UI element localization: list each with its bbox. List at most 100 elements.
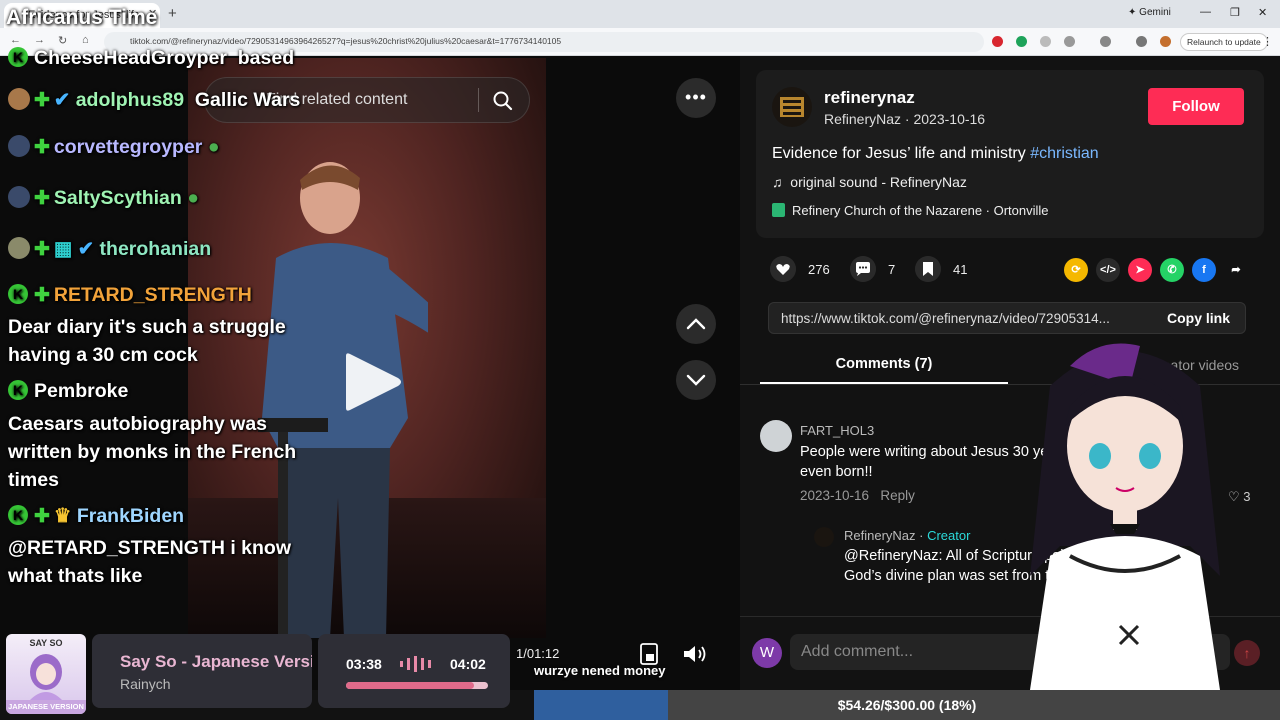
song-progress-track <box>346 682 488 689</box>
url-text: tiktok.com/@refinerynaz/video/7290531496… <box>130 36 562 46</box>
current-time: 03:38 <box>346 656 382 672</box>
donation-goal-text: $54.26/$300.00 (18%) <box>837 697 977 713</box>
account-subtitle: RefineryNaz · 2023-10-16 <box>824 111 986 127</box>
account-avatar[interactable] <box>772 87 812 127</box>
repost-icon[interactable]: ⟳ <box>1064 258 1088 282</box>
song-progress-fill <box>346 682 474 689</box>
back-icon[interactable]: ← <box>10 34 21 46</box>
reply-avatar[interactable] <box>814 527 834 547</box>
album-art: SAY SO JAPANESE VERSION <box>6 634 86 714</box>
total-time: 04:02 <box>450 656 486 672</box>
playback-time-card: 03:38 04:02 <box>318 634 510 708</box>
comment-username[interactable]: FART_HOL3 <box>800 423 874 438</box>
location-name: Refinery Church of the Nazarene · Ortonv… <box>792 203 1049 218</box>
extension-icon[interactable] <box>1016 36 1027 47</box>
comment-count: 7 <box>888 262 896 277</box>
comment-icon <box>850 256 876 282</box>
copy-link-button[interactable]: Copy link <box>1167 310 1230 326</box>
vtuber-avatar <box>1030 343 1220 690</box>
extension-icon[interactable] <box>992 36 1003 47</box>
description-text: Evidence for Jesus’ life and ministry <box>772 145 1031 162</box>
profile-avatar[interactable] <box>1160 36 1171 47</box>
comment-avatar[interactable] <box>760 420 792 452</box>
video-frame[interactable] <box>188 58 546 638</box>
music-note-icon: ♫ <box>772 174 783 190</box>
share-url: https://www.tiktok.com/@refinerynaz/vide… <box>781 311 1110 326</box>
location-link[interactable]: Refinery Church of the Nazarene · Ortonv… <box>772 203 1049 218</box>
reply-author: RefineryNaz · Creator <box>844 528 971 543</box>
relaunch-button[interactable]: Relaunch to update <box>1180 33 1268 51</box>
post-date: 2023-10-16 <box>913 111 986 127</box>
gemini-label: Gemini <box>1139 7 1171 18</box>
browser-toolbar: ← → ↻ ⌂ tiktok.com/@refinerynaz/video/72… <box>0 28 1280 56</box>
reload-icon[interactable]: ↻ <box>58 34 67 47</box>
gemini-button[interactable]: ✦ Gemini <box>1128 7 1171 18</box>
browser-tabstrip: Evidence for Jesus’ life and ministry ✕ … <box>0 0 1280 28</box>
my-avatar[interactable]: W <box>752 638 782 668</box>
window-close-icon[interactable]: ✕ <box>1258 6 1267 19</box>
new-tab-icon[interactable]: + <box>168 5 177 22</box>
forward-icon[interactable]: → <box>34 34 45 46</box>
post-description: Evidence for Jesus’ life and ministry #c… <box>772 145 1099 163</box>
extensions-puzzle-icon[interactable] <box>1064 36 1075 47</box>
like-count: 276 <box>808 262 830 277</box>
arrow-up-icon: ↑ <box>1243 645 1251 661</box>
comment-placeholder: Add comment... <box>801 643 914 660</box>
refinery-logo-icon <box>780 97 804 117</box>
album-footer: JAPANESE VERSION <box>6 700 86 714</box>
related-search-placeholder: Find related content <box>266 91 408 108</box>
send-to-friends-icon[interactable]: ➤ <box>1128 258 1152 282</box>
address-bar[interactable]: tiktok.com/@refinerynaz/video/7290531496… <box>104 32 984 52</box>
save-count: 41 <box>953 262 968 277</box>
search-icon[interactable] <box>492 90 514 112</box>
side-panel-icon[interactable] <box>1100 36 1111 47</box>
anime-girl-artwork <box>30 654 62 700</box>
whatsapp-icon[interactable]: ✆ <box>1160 258 1184 282</box>
search-divider <box>478 88 479 112</box>
play-icon[interactable] <box>340 352 404 412</box>
reply-button[interactable]: Reply <box>880 488 915 503</box>
active-tab-indicator <box>760 382 1008 384</box>
comment-date: 2023-10-16 <box>800 488 870 503</box>
extension-icon[interactable] <box>1040 36 1051 47</box>
donation-message: wurzye nened money <box>534 663 666 678</box>
restore-icon[interactable]: ❐ <box>1230 6 1240 19</box>
chevron-down-icon <box>686 374 706 386</box>
creator-badge: Creator <box>927 528 971 543</box>
next-video-button[interactable] <box>676 360 716 400</box>
song-title: Say So - Japanese Version <box>120 652 312 671</box>
location-pin-icon <box>772 203 785 217</box>
embed-icon[interactable]: </> <box>1096 258 1120 282</box>
account-username[interactable]: refinerynaz <box>824 88 915 108</box>
comment-like-count: 3 <box>1243 489 1251 504</box>
screen: Evidence for Jesus’ life and ministry ✕ … <box>0 0 1280 720</box>
now-playing-card: Say So - Japanese Version Rainych <box>92 634 312 708</box>
chevron-up-icon <box>686 318 706 330</box>
account-display-name: RefineryNaz <box>824 111 902 127</box>
downloads-icon[interactable] <box>1136 36 1147 47</box>
tab-comments[interactable]: Comments (7) <box>760 356 1008 372</box>
comment-meta: 2023-10-16 Reply <box>800 488 915 503</box>
equalizer-icon <box>400 656 431 672</box>
browser-tab[interactable]: Evidence for Jesus’ life and ministry ✕ <box>4 3 160 28</box>
album-title: SAY SO <box>29 638 63 648</box>
song-artist: Rainych <box>120 676 171 692</box>
browser-menu-icon[interactable]: ⋮ <box>1262 35 1273 48</box>
hashtag-link[interactable]: #christian <box>1030 145 1098 162</box>
tab-close-icon[interactable]: ✕ <box>148 7 157 20</box>
volume-icon[interactable] <box>678 640 712 668</box>
home-icon[interactable]: ⌂ <box>82 34 89 46</box>
previous-video-button[interactable] <box>676 304 716 344</box>
sound-link[interactable]: ♫ original sound - RefineryNaz <box>772 174 967 190</box>
sound-name: original sound - RefineryNaz <box>790 174 967 190</box>
facebook-icon[interactable]: f <box>1192 258 1216 282</box>
more-options-button[interactable]: ••• <box>676 78 716 118</box>
share-arrow-icon[interactable]: ➦ <box>1224 258 1248 282</box>
follow-button[interactable]: Follow <box>1148 88 1244 125</box>
video-time-code: 1/01:12 <box>516 646 560 661</box>
tab-title: Evidence for Jesus’ life and ministry <box>28 9 138 21</box>
minimize-icon[interactable]: — <box>1200 6 1211 18</box>
heart-icon <box>770 256 796 282</box>
reply-username[interactable]: RefineryNaz <box>844 528 916 543</box>
donation-goal-bar: $54.26/$300.00 (18%) <box>534 690 1280 720</box>
